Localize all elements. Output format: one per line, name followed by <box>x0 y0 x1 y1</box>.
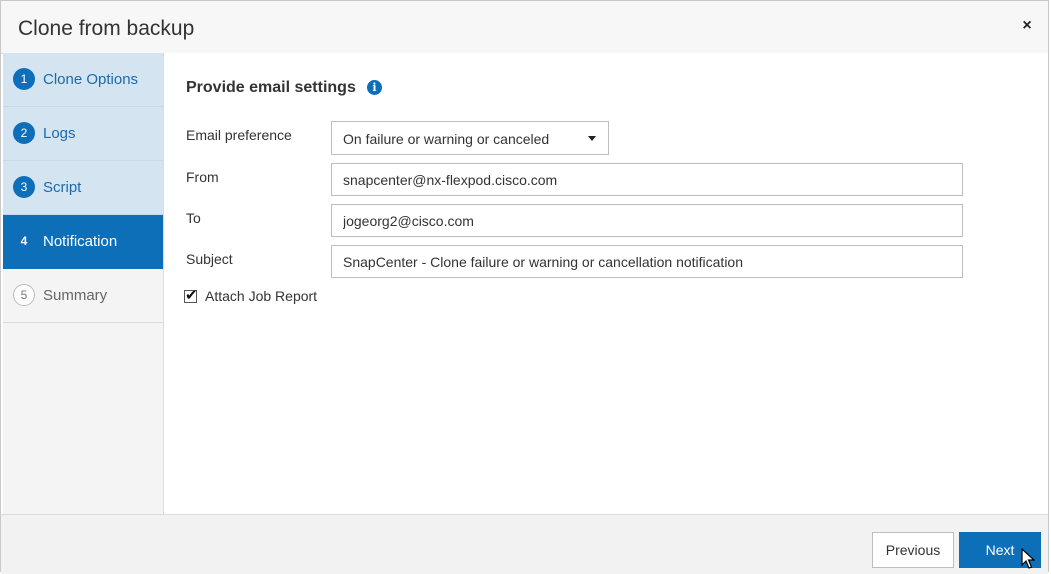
from-label: From <box>186 169 219 185</box>
checkmark-icon: ✔ <box>185 286 198 304</box>
attach-job-report-label: Attach Job Report <box>205 288 318 304</box>
step-number: 1 <box>13 68 35 90</box>
email-preference-value: On failure or warning or canceled <box>343 131 550 147</box>
wizard-steps-sidebar: 1 Clone Options 2 Logs 3 Script 4 Notifi… <box>3 53 164 514</box>
wizard-step-clone-options[interactable]: 1 Clone Options <box>3 53 163 107</box>
previous-button[interactable]: Previous <box>872 532 954 568</box>
email-preference-label: Email preference <box>186 127 292 143</box>
to-email-field[interactable] <box>331 204 963 237</box>
step-number: 5 <box>13 284 35 306</box>
step-label: Logs <box>43 125 76 142</box>
wizard-step-summary[interactable]: 5 Summary <box>3 269 163 323</box>
step-number: 2 <box>13 122 35 144</box>
clone-from-backup-dialog: Clone from backup × 1 Clone Options 2 Lo… <box>0 0 1049 574</box>
step-label: Notification <box>43 233 118 250</box>
info-icon[interactable]: i <box>367 80 382 95</box>
dialog-title: Clone from backup <box>18 17 195 40</box>
step-number: 4 <box>20 234 28 248</box>
wizard-step-script[interactable]: 3 Script <box>3 161 163 215</box>
chevron-down-icon <box>588 136 596 141</box>
step-label: Clone Options <box>43 71 139 88</box>
subject-field[interactable] <box>331 245 963 278</box>
dialog-footer: Previous Next <box>1 514 1048 574</box>
email-preference-dropdown[interactable]: On failure or warning or canceled <box>331 121 609 155</box>
wizard-step-logs[interactable]: 2 Logs <box>3 107 163 161</box>
dialog-titlebar: Clone from backup × <box>1 1 1048 54</box>
section-heading: Provide email settings <box>186 79 356 96</box>
subject-label: Subject <box>186 251 233 267</box>
step-label: Script <box>43 179 82 196</box>
attach-job-report-checkbox[interactable]: ✔ <box>184 286 198 304</box>
close-icon[interactable]: × <box>1016 15 1038 37</box>
wizard-step-notification[interactable]: 4 Notification <box>3 215 163 269</box>
to-label: To <box>186 210 201 226</box>
email-settings-panel: Provide email settings i Email preferenc… <box>164 53 1048 514</box>
step-label: Summary <box>43 287 108 304</box>
mouse-pointer-icon <box>1021 548 1035 569</box>
step-number: 3 <box>13 176 35 198</box>
from-email-field[interactable] <box>331 163 963 196</box>
